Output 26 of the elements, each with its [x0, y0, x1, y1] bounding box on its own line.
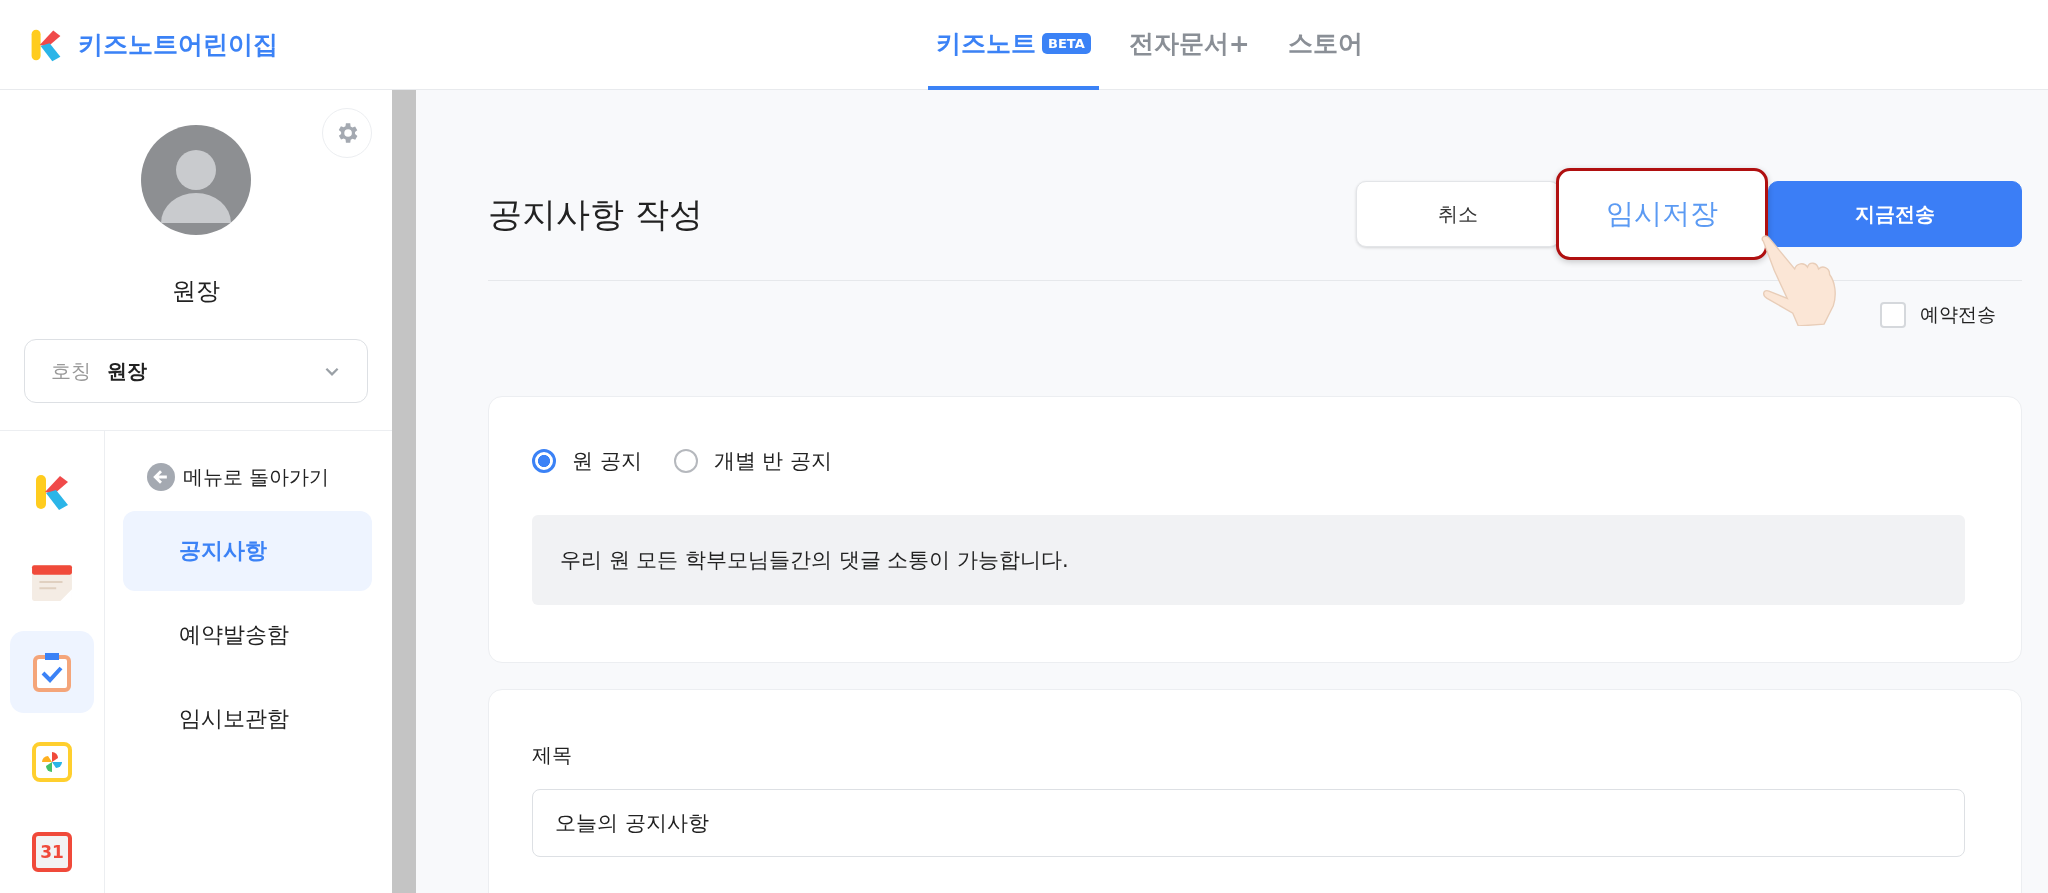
title-select[interactable]: 호칭 원장 — [24, 339, 368, 403]
app-rail-item[interactable] — [10, 631, 94, 713]
field-label: 제목 — [532, 742, 573, 769]
send-now-button[interactable]: 지금전송 — [1768, 181, 2022, 247]
app-name: 키즈노트어린이집 — [78, 29, 278, 61]
checkbox[interactable] — [1880, 302, 1906, 328]
schedule-label: 예약전송 — [1920, 302, 1996, 327]
menu-item[interactable]: 임시보관함 — [123, 679, 372, 759]
nav-tab[interactable]: 키즈노트 BETA — [928, 0, 1099, 90]
schedule-checkbox[interactable]: 예약전송 — [488, 301, 1996, 329]
page-title: 공지사항 작성 — [488, 193, 703, 236]
radio-label: 원 공지 — [572, 448, 642, 475]
scrollbar[interactable] — [392, 90, 416, 893]
radio-label: 개별 반 공지 — [713, 448, 833, 475]
radio-button[interactable] — [673, 449, 698, 473]
back-to-menu-link[interactable]: 메뉴로 돌아가기 — [123, 463, 372, 491]
info-message: 우리 원 모든 학부모님들간의 댓글 소통이 가능합니다. — [532, 515, 1965, 605]
checklist-icon — [32, 652, 72, 692]
title-input[interactable]: 오늘의 공지사항 — [532, 789, 1965, 857]
profile-name: 원장 — [172, 276, 220, 307]
radio-button[interactable] — [532, 449, 556, 473]
settings-button[interactable] — [322, 108, 372, 158]
pinwheel-icon — [32, 742, 72, 782]
menu-item[interactable]: 예약발송함 — [123, 595, 372, 675]
beta-badge: BETA — [1042, 32, 1091, 54]
date-icon: 31 — [32, 832, 72, 872]
